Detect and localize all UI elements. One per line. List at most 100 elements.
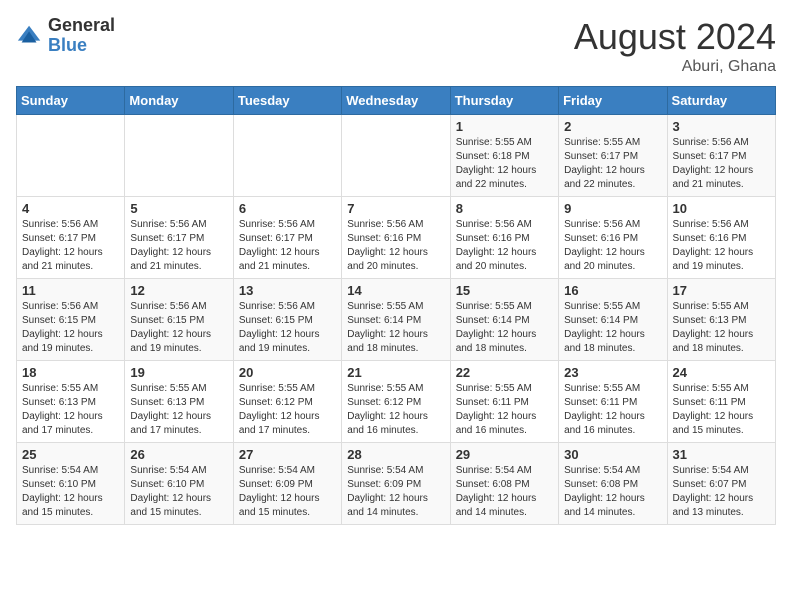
day-info: Sunrise: 5:55 AM Sunset: 6:18 PM Dayligh… (456, 136, 553, 192)
calendar-cell: 31Sunrise: 5:54 AM Sunset: 6:07 PM Dayli… (667, 443, 775, 525)
day-number: 14 (347, 283, 444, 298)
day-info: Sunrise: 5:55 AM Sunset: 6:11 PM Dayligh… (456, 382, 553, 438)
day-number: 23 (564, 365, 661, 380)
calendar-cell: 11 Sunrise: 5:56 AM Sunset: 6:15 PM Dayli… (17, 279, 125, 361)
day-info: Sunrise: 5:56 AM Sunset: 6:15 PM Dayligh… (239, 300, 336, 356)
calendar-cell: 3 Sunrise: 5:56 AM Sunset: 6:17 PM Daylig… (667, 115, 775, 197)
calendar-dow-tuesday: Tuesday (233, 87, 341, 115)
calendar-cell: 6 Sunrise: 5:56 AM Sunset: 6:17 PM Daylig… (233, 197, 341, 279)
day-info: Sunrise: 5:55 AM Sunset: 6:12 PM Dayligh… (347, 382, 444, 438)
day-number: 19 (130, 365, 227, 380)
calendar-cell (125, 115, 233, 197)
day-number: 18 (22, 365, 119, 380)
logo-general-text: General (48, 16, 115, 36)
day-info: Sunrise: 5:56 AM Sunset: 6:17 PM Dayligh… (239, 218, 336, 274)
calendar-dow-sunday: Sunday (17, 87, 125, 115)
calendar-cell (17, 115, 125, 197)
calendar-cell: 4 Sunrise: 5:56 AM Sunset: 6:17 PM Daylig… (17, 197, 125, 279)
calendar-dow-wednesday: Wednesday (342, 87, 450, 115)
calendar-cell: 30Sunrise: 5:54 AM Sunset: 6:08 PM Dayli… (559, 443, 667, 525)
calendar-cell: 29Sunrise: 5:54 AM Sunset: 6:08 PM Dayli… (450, 443, 558, 525)
calendar-cell: 5 Sunrise: 5:56 AM Sunset: 6:17 PM Daylig… (125, 197, 233, 279)
day-info: Sunrise: 5:56 AM Sunset: 6:16 PM Dayligh… (564, 218, 661, 274)
calendar-cell: 2Sunrise: 5:55 AM Sunset: 6:17 PM Daylig… (559, 115, 667, 197)
calendar-cell (342, 115, 450, 197)
page-header: General Blue August 2024 Aburi, Ghana (16, 16, 776, 76)
calendar-cell: 15 Sunrise: 5:55 AM Sunset: 6:14 PM Dayli… (450, 279, 558, 361)
day-number: 21 (347, 365, 444, 380)
day-number: 17 (673, 283, 770, 298)
calendar-cell: 17 Sunrise: 5:55 AM Sunset: 6:13 PM Dayli… (667, 279, 775, 361)
day-number: 12 (130, 283, 227, 298)
calendar-cell: 14 Sunrise: 5:55 AM Sunset: 6:14 PM Dayli… (342, 279, 450, 361)
day-info: Sunrise: 5:55 AM Sunset: 6:12 PM Dayligh… (239, 382, 336, 438)
day-number: 7 (347, 201, 444, 216)
day-number: 11 (22, 283, 119, 298)
day-number: 5 (130, 201, 227, 216)
calendar-dow-friday: Friday (559, 87, 667, 115)
day-info: Sunrise: 5:56 AM Sunset: 6:16 PM Dayligh… (673, 218, 770, 274)
day-info: Sunrise: 5:55 AM Sunset: 6:11 PM Dayligh… (564, 382, 661, 438)
day-info: Sunrise: 5:55 AM Sunset: 6:14 PM Dayligh… (564, 300, 661, 356)
logo-icon (16, 22, 44, 50)
day-info: Sunrise: 5:54 AM Sunset: 6:10 PM Dayligh… (130, 464, 227, 520)
day-info: Sunrise: 5:54 AM Sunset: 6:08 PM Dayligh… (456, 464, 553, 520)
day-info: Sunrise: 5:56 AM Sunset: 6:15 PM Dayligh… (130, 300, 227, 356)
day-number: 13 (239, 283, 336, 298)
day-info: Sunrise: 5:56 AM Sunset: 6:15 PM Dayligh… (22, 300, 119, 356)
day-info: Sunrise: 5:54 AM Sunset: 6:10 PM Dayligh… (22, 464, 119, 520)
calendar-cell: 24Sunrise: 5:55 AM Sunset: 6:11 PM Dayli… (667, 361, 775, 443)
day-number: 9 (564, 201, 661, 216)
day-info: Sunrise: 5:55 AM Sunset: 6:13 PM Dayligh… (22, 382, 119, 438)
day-number: 4 (22, 201, 119, 216)
day-number: 30 (564, 447, 661, 462)
calendar-cell: 7 Sunrise: 5:56 AM Sunset: 6:16 PM Daylig… (342, 197, 450, 279)
day-info: Sunrise: 5:56 AM Sunset: 6:17 PM Dayligh… (22, 218, 119, 274)
calendar-cell: 13 Sunrise: 5:56 AM Sunset: 6:15 PM Dayli… (233, 279, 341, 361)
day-number: 28 (347, 447, 444, 462)
day-info: Sunrise: 5:55 AM Sunset: 6:14 PM Dayligh… (456, 300, 553, 356)
calendar-cell: 1Sunrise: 5:55 AM Sunset: 6:18 PM Daylig… (450, 115, 558, 197)
title-block: August 2024 Aburi, Ghana (574, 16, 776, 76)
day-number: 6 (239, 201, 336, 216)
day-info: Sunrise: 5:54 AM Sunset: 6:07 PM Dayligh… (673, 464, 770, 520)
calendar-cell: 16Sunrise: 5:55 AM Sunset: 6:14 PM Dayli… (559, 279, 667, 361)
calendar-cell: 9 Sunrise: 5:56 AM Sunset: 6:16 PM Daylig… (559, 197, 667, 279)
calendar-cell: 19 Sunrise: 5:55 AM Sunset: 6:13 PM Dayli… (125, 361, 233, 443)
month-year: August 2024 (574, 16, 776, 58)
day-info: Sunrise: 5:54 AM Sunset: 6:09 PM Dayligh… (347, 464, 444, 520)
day-info: Sunrise: 5:55 AM Sunset: 6:13 PM Dayligh… (130, 382, 227, 438)
calendar-dow-saturday: Saturday (667, 87, 775, 115)
calendar-cell: 25 Sunrise: 5:54 AM Sunset: 6:10 PM Dayli… (17, 443, 125, 525)
calendar-cell: 10Sunrise: 5:56 AM Sunset: 6:16 PM Dayli… (667, 197, 775, 279)
calendar-cell: 22Sunrise: 5:55 AM Sunset: 6:11 PM Dayli… (450, 361, 558, 443)
calendar-header-row: SundayMondayTuesdayWednesdayThursdayFrid… (17, 87, 776, 115)
day-number: 3 (673, 119, 770, 134)
logo-blue-text: Blue (48, 36, 115, 56)
calendar-dow-monday: Monday (125, 87, 233, 115)
calendar-cell: 28 Sunrise: 5:54 AM Sunset: 6:09 PM Dayli… (342, 443, 450, 525)
day-info: Sunrise: 5:55 AM Sunset: 6:13 PM Dayligh… (673, 300, 770, 356)
day-info: Sunrise: 5:56 AM Sunset: 6:17 PM Dayligh… (673, 136, 770, 192)
day-info: Sunrise: 5:56 AM Sunset: 6:17 PM Dayligh… (130, 218, 227, 274)
calendar-dow-thursday: Thursday (450, 87, 558, 115)
day-info: Sunrise: 5:55 AM Sunset: 6:14 PM Dayligh… (347, 300, 444, 356)
day-number: 25 (22, 447, 119, 462)
day-info: Sunrise: 5:54 AM Sunset: 6:09 PM Dayligh… (239, 464, 336, 520)
calendar-week-row: 4 Sunrise: 5:56 AM Sunset: 6:17 PM Daylig… (17, 197, 776, 279)
calendar-cell: 23 Sunrise: 5:55 AM Sunset: 6:11 PM Dayli… (559, 361, 667, 443)
calendar-week-row: 1Sunrise: 5:55 AM Sunset: 6:18 PM Daylig… (17, 115, 776, 197)
day-info: Sunrise: 5:56 AM Sunset: 6:16 PM Dayligh… (456, 218, 553, 274)
day-number: 8 (456, 201, 553, 216)
calendar-cell (233, 115, 341, 197)
calendar-week-row: 11 Sunrise: 5:56 AM Sunset: 6:15 PM Dayli… (17, 279, 776, 361)
calendar-week-row: 18 Sunrise: 5:55 AM Sunset: 6:13 PM Dayli… (17, 361, 776, 443)
logo-text: General Blue (48, 16, 115, 56)
day-info: Sunrise: 5:55 AM Sunset: 6:11 PM Dayligh… (673, 382, 770, 438)
day-number: 15 (456, 283, 553, 298)
calendar-cell: 12 Sunrise: 5:56 AM Sunset: 6:15 PM Dayli… (125, 279, 233, 361)
calendar-week-row: 25 Sunrise: 5:54 AM Sunset: 6:10 PM Dayli… (17, 443, 776, 525)
day-info: Sunrise: 5:56 AM Sunset: 6:16 PM Dayligh… (347, 218, 444, 274)
day-number: 20 (239, 365, 336, 380)
logo: General Blue (16, 16, 115, 56)
